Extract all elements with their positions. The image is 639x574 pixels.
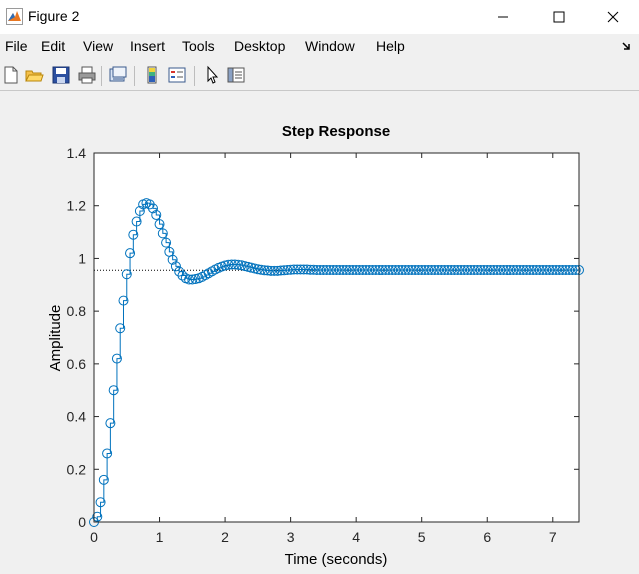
plot-area[interactable] bbox=[94, 153, 579, 522]
y-tick-label: 0.6 bbox=[67, 356, 87, 372]
y-tick-label: 1 bbox=[78, 250, 86, 266]
x-tick-label: 7 bbox=[549, 529, 557, 545]
x-tick-label: 3 bbox=[287, 529, 295, 545]
x-tick-label: 0 bbox=[90, 529, 98, 545]
y-tick-label: 0.2 bbox=[67, 461, 87, 477]
y-tick-label: 1.2 bbox=[67, 198, 87, 214]
y-tick-label: 1.4 bbox=[67, 145, 87, 161]
y-axis-label: Amplitude bbox=[47, 305, 64, 372]
x-tick-label: 6 bbox=[483, 529, 491, 545]
step-response-chart: 0 1 2 3 4 5 6 7 0 0.2 0.4 0.6 0.8 1 1.2 1.4 Step Respon… bbox=[47, 123, 584, 568]
chart-title: Step Response bbox=[282, 123, 390, 140]
x-axis-label: Time (seconds) bbox=[285, 551, 388, 568]
x-tick-label: 2 bbox=[221, 529, 229, 545]
x-tick-label: 5 bbox=[418, 529, 426, 545]
y-tick-label: 0 bbox=[78, 514, 86, 530]
y-tick-label: 0.8 bbox=[67, 303, 87, 319]
x-tick-label: 4 bbox=[352, 529, 360, 545]
x-tick-label: 1 bbox=[156, 529, 164, 545]
y-tick-label: 0.4 bbox=[67, 409, 87, 425]
